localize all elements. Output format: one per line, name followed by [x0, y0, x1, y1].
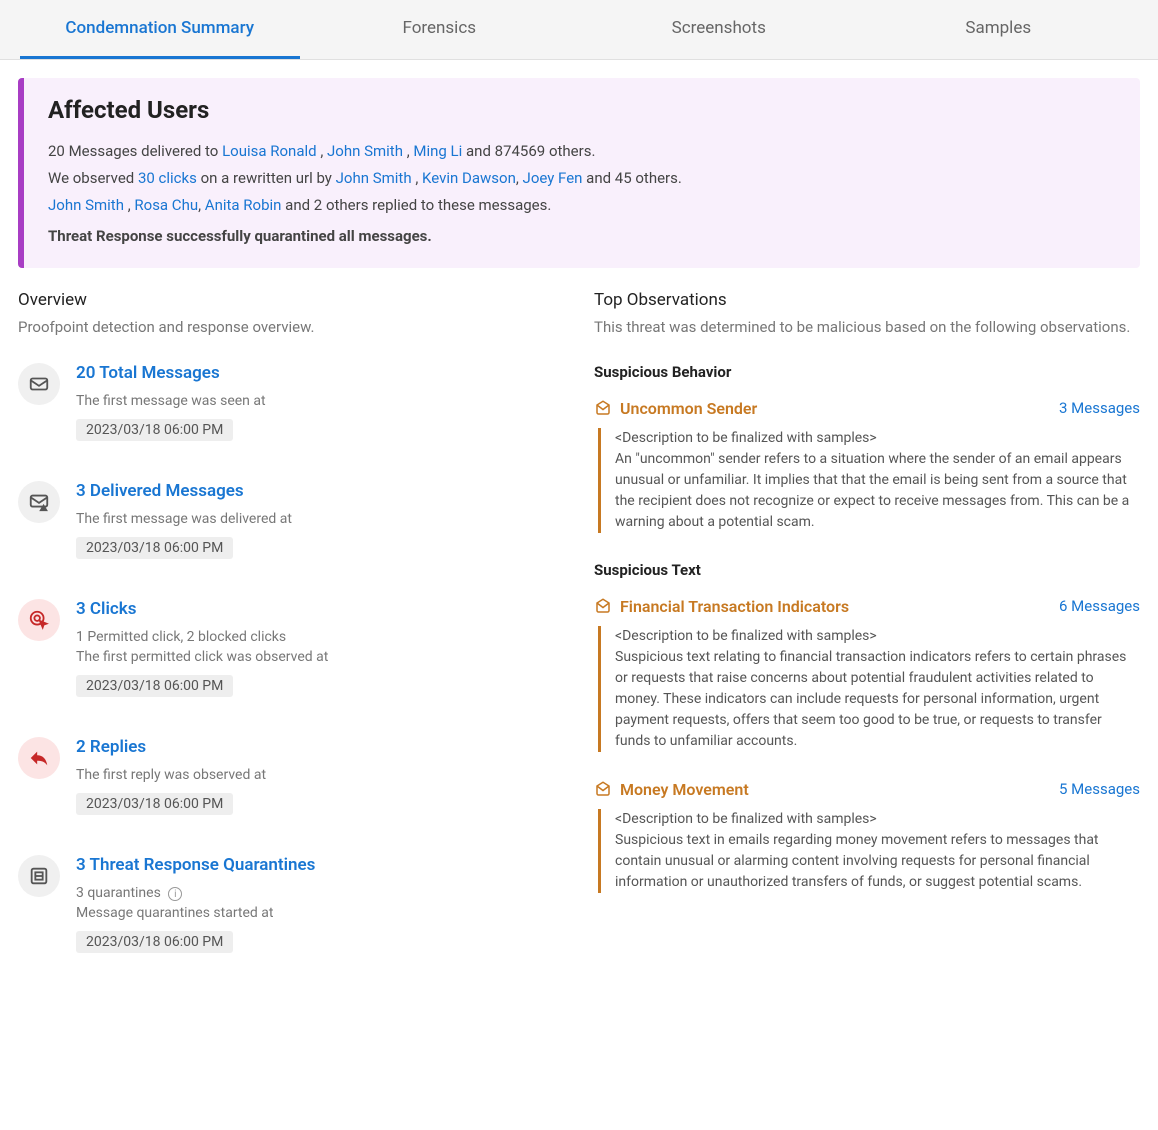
affected-users-panel: Affected Users 20 Messages delivered to …: [18, 78, 1140, 268]
user-link[interactable]: Kevin Dawson: [422, 169, 516, 187]
observations-title: Top Observations: [594, 290, 1140, 310]
timeline-date: 2023/03/18 06:00 PM: [76, 931, 233, 953]
user-link[interactable]: Anita Robin: [205, 196, 282, 214]
obs-description: <Description to be finalized with sample…: [598, 809, 1140, 893]
affected-line-quarantine: Threat Response successfully quarantined…: [48, 223, 1116, 250]
obs-item-financial-indicators: Financial Transaction Indicators 6 Messa…: [594, 597, 1140, 752]
obs-group-suspicious-text: Suspicious Text: [594, 561, 1140, 579]
obs-group-suspicious-behavior: Suspicious Behavior: [594, 363, 1140, 381]
tab-forensics[interactable]: Forensics: [300, 0, 580, 59]
content-area: Affected Users 20 Messages delivered to …: [0, 60, 1158, 1023]
obs-name: Financial Transaction Indicators: [594, 597, 849, 616]
timeline-detail: The first reply was observed at: [76, 767, 564, 783]
click-target-icon: [18, 599, 60, 641]
observations-subtitle: This threat was determined to be malicio…: [594, 316, 1140, 339]
timeline-detail: 1 Permitted click, 2 blocked clicks: [76, 629, 564, 645]
timeline-detail: The first message was seen at: [76, 393, 564, 409]
overview-subtitle: Proofpoint detection and response overvi…: [18, 316, 564, 339]
obs-description: <Description to be finalized with sample…: [598, 428, 1140, 533]
user-link[interactable]: Ming Li: [413, 142, 462, 160]
timeline-detail: The first permitted click was observed a…: [76, 649, 564, 665]
user-link[interactable]: John Smith: [336, 169, 412, 187]
user-link[interactable]: Joey Fen: [523, 169, 583, 187]
tabs-bar: Condemnation Summary Forensics Screensho…: [0, 0, 1158, 60]
overview-title: Overview: [18, 290, 564, 310]
timeline-item-replies: 2 Replies The first reply was observed a…: [18, 737, 564, 815]
obs-description: <Description to be finalized with sample…: [598, 626, 1140, 752]
timeline-detail: 3 quarantines i: [76, 885, 564, 902]
timeline-date: 2023/03/18 06:00 PM: [76, 419, 233, 441]
clicks-link[interactable]: 30 clicks: [138, 169, 197, 187]
affected-users-title: Affected Users: [48, 96, 1116, 124]
mail-open-icon: [594, 597, 612, 615]
timeline-heading[interactable]: 20 Total Messages: [76, 363, 564, 383]
mail-open-icon: [594, 780, 612, 798]
obs-count-link[interactable]: 5 Messages: [1059, 780, 1140, 798]
envelope-warning-icon: [18, 481, 60, 523]
quarantine-icon: [18, 855, 60, 897]
timeline-date: 2023/03/18 06:00 PM: [76, 793, 233, 815]
user-link[interactable]: Rosa Chu: [134, 196, 198, 214]
observations-column: Top Observations This threat was determi…: [594, 290, 1140, 993]
info-icon[interactable]: i: [168, 887, 182, 901]
tab-screenshots[interactable]: Screenshots: [579, 0, 859, 59]
reply-icon: [18, 737, 60, 779]
obs-count-link[interactable]: 6 Messages: [1059, 597, 1140, 615]
obs-name: Money Movement: [594, 780, 749, 799]
timeline-date: 2023/03/18 06:00 PM: [76, 537, 233, 559]
timeline-detail: The first message was delivered at: [76, 511, 564, 527]
timeline-detail: Message quarantines started at: [76, 905, 564, 921]
obs-item-money-movement: Money Movement 5 Messages <Description t…: [594, 780, 1140, 893]
envelope-icon: [18, 363, 60, 405]
user-link[interactable]: John Smith: [327, 142, 403, 160]
affected-line-replies: John Smith , Rosa Chu, Anita Robin and 2…: [48, 192, 1116, 219]
tab-samples[interactable]: Samples: [859, 0, 1139, 59]
tab-condemnation-summary[interactable]: Condemnation Summary: [20, 0, 300, 59]
timeline-heading[interactable]: 2 Replies: [76, 737, 564, 757]
affected-line-delivered: 20 Messages delivered to Louisa Ronald ,…: [48, 138, 1116, 165]
timeline-item-clicks: 3 Clicks 1 Permitted click, 2 blocked cl…: [18, 599, 564, 697]
timeline-item-total-messages: 20 Total Messages The first message was …: [18, 363, 564, 441]
obs-count-link[interactable]: 3 Messages: [1059, 399, 1140, 417]
timeline-item-quarantines: 3 Threat Response Quarantines 3 quaranti…: [18, 855, 564, 954]
obs-item-uncommon-sender: Uncommon Sender 3 Messages <Description …: [594, 399, 1140, 533]
timeline-heading[interactable]: 3 Clicks: [76, 599, 564, 619]
overview-column: Overview Proofpoint detection and respon…: [18, 290, 564, 993]
timeline-date: 2023/03/18 06:00 PM: [76, 675, 233, 697]
affected-line-clicks: We observed 30 clicks on a rewritten url…: [48, 165, 1116, 192]
timeline-item-delivered: 3 Delivered Messages The first message w…: [18, 481, 564, 559]
obs-name: Uncommon Sender: [594, 399, 757, 418]
timeline-heading[interactable]: 3 Threat Response Quarantines: [76, 855, 564, 875]
timeline-heading[interactable]: 3 Delivered Messages: [76, 481, 564, 501]
user-link[interactable]: John Smith: [48, 196, 124, 214]
user-link[interactable]: Louisa Ronald: [222, 142, 317, 160]
mail-open-icon: [594, 399, 612, 417]
